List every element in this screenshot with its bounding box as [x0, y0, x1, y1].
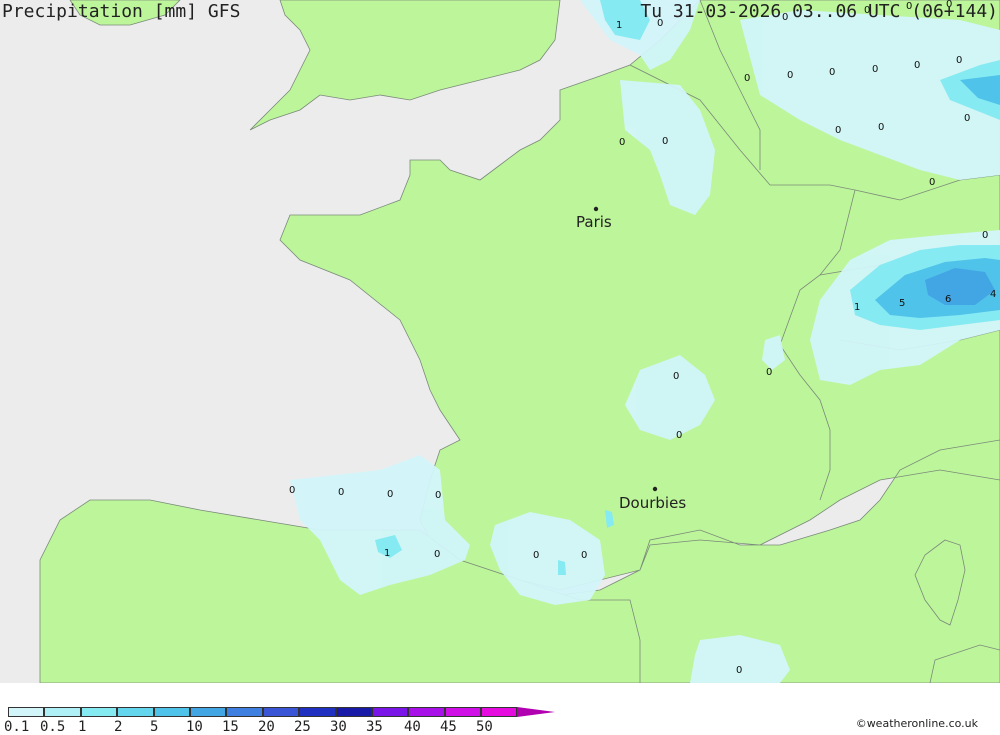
precip-value: 0 [766, 367, 772, 378]
city-label-paris: Paris [576, 213, 612, 231]
precip-value: 0 [744, 73, 750, 84]
precip-value: 0 [787, 70, 793, 81]
precip-value: 0 [434, 549, 440, 560]
legend-swatch [80, 707, 118, 717]
credit[interactable]: ©weatheronline.co.uk [856, 717, 978, 730]
precip-value: 0 [289, 485, 295, 496]
precip-value: 0 [829, 67, 835, 78]
precip-value: 1 [616, 20, 622, 31]
precip-legend-labels: 0.1 0.5 1 2 5 10 15 20 25 30 35 40 45 50 [0, 719, 560, 735]
precip-value: 0 [736, 665, 742, 676]
map-title: Precipitation [mm] GFS [2, 1, 241, 22]
precipitation-map[interactable]: Paris Dourbies 1 0 0 0 0 0 0 0 0 0 0 0 0… [0, 0, 1000, 683]
legend-swatch [335, 707, 372, 717]
precip-legend [8, 707, 556, 719]
precip-value: 1 [854, 302, 860, 313]
precip-value: 0 [673, 371, 679, 382]
legend-swatch [153, 707, 190, 717]
precip-value: 0 [387, 489, 393, 500]
precip-value: 0 [914, 60, 920, 71]
legend-swatch [44, 707, 81, 717]
precip-value: 0 [878, 122, 884, 133]
precip-value: 0 [929, 177, 935, 188]
precip-value: 4 [990, 289, 996, 300]
precip-value: 0 [662, 136, 668, 147]
city-label-dourbies: Dourbies [619, 494, 686, 512]
legend-swatch [299, 707, 336, 717]
legend-swatch [371, 707, 409, 717]
precip-value: 0 [872, 64, 878, 75]
precip-value: 1 [384, 548, 390, 559]
legend-swatch [444, 707, 482, 717]
precip-value: 6 [945, 294, 951, 305]
precip-value: 0 [435, 490, 441, 501]
precip-value: 0 [581, 550, 587, 561]
legend-swatch [408, 707, 445, 717]
precip-value: 5 [899, 298, 905, 309]
legend-arrow [517, 707, 556, 717]
legend-swatch [8, 707, 45, 717]
precip-value: 0 [676, 430, 682, 441]
legend-swatch [117, 707, 154, 717]
legend-swatch [226, 707, 263, 717]
precip-value: 0 [964, 113, 970, 124]
precip-value: 0 [956, 55, 962, 66]
legend-swatch [481, 707, 518, 717]
precip-value: 0 [982, 230, 988, 241]
forecast-time: Tu 31-03-2026 03..06 UTC (06+144) [640, 1, 998, 22]
precip-value: 0 [338, 487, 344, 498]
precip-value: 0 [533, 550, 539, 561]
legend-swatch [262, 707, 300, 717]
precip-value: 0 [835, 125, 841, 136]
legend-swatch [189, 707, 227, 717]
precip-value: 0 [619, 137, 625, 148]
